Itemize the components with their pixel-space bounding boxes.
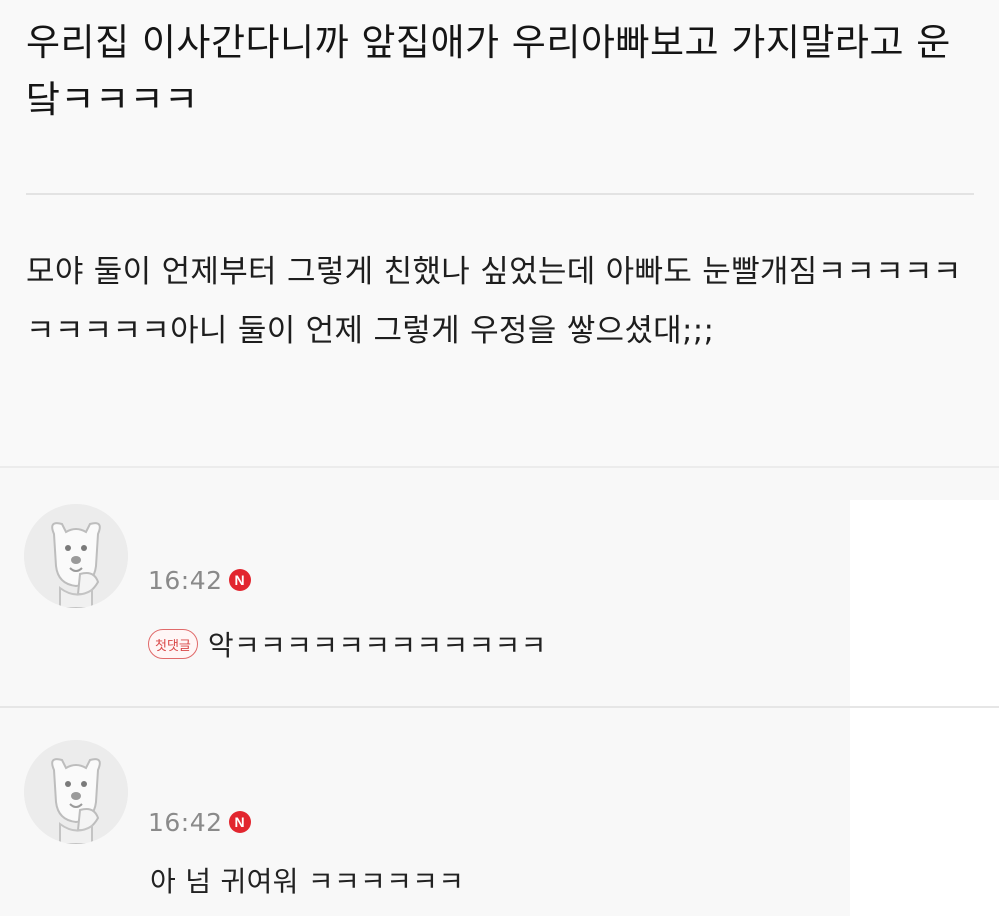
title-divider xyxy=(26,193,974,195)
post-title: 우리집 이사간다니까 앞집애가 우리아빠보고 가지말라고 운닼ㅋㅋㅋㅋ xyxy=(26,21,951,121)
new-badge: N xyxy=(228,811,251,833)
new-badge: N xyxy=(228,569,251,591)
comment-text: 아 넘 귀여워 ㅋㅋㅋㅋㅋㅋ xyxy=(150,865,465,898)
comment-time: 16:42 xyxy=(148,807,223,837)
comment-meta: 16:42 N xyxy=(148,564,251,596)
avatar[interactable] xyxy=(24,740,128,844)
side-panel xyxy=(850,500,999,916)
post: 우리집 이사간다니까 앞집애가 우리아빠보고 가지말라고 운닼ㅋㅋㅋㅋ 모야 둘… xyxy=(0,0,999,468)
dog-character-icon xyxy=(24,504,128,608)
avatar[interactable] xyxy=(24,504,128,608)
comment-item: 16:42 N 아 넘 귀여워 ㅋㅋㅋㅋㅋㅋ xyxy=(0,708,850,916)
comment-meta: 16:42 N xyxy=(148,806,251,838)
comment-item: 16:42 N 첫댓글 악ㅋㅋㅋㅋㅋㅋㅋㅋㅋㅋㅋㅋ xyxy=(0,468,850,706)
first-comment-badge: 첫댓글 xyxy=(148,629,198,659)
post-body: 모야 둘이 언제부터 그렇게 친했나 싶었는데 아빠도 눈빨개짐ㅋㅋㅋㅋㅋㅋㅋㅋ… xyxy=(26,254,962,349)
comment-content: 아 넘 귀여워 ㅋㅋㅋㅋㅋㅋ xyxy=(150,860,464,900)
comment-content: 첫댓글 악ㅋㅋㅋㅋㅋㅋㅋㅋㅋㅋㅋㅋ xyxy=(148,624,547,664)
comment-text: 악ㅋㅋㅋㅋㅋㅋㅋㅋㅋㅋㅋㅋ xyxy=(207,629,547,662)
comment-time: 16:42 xyxy=(148,565,223,595)
dog-character-icon xyxy=(24,740,128,844)
